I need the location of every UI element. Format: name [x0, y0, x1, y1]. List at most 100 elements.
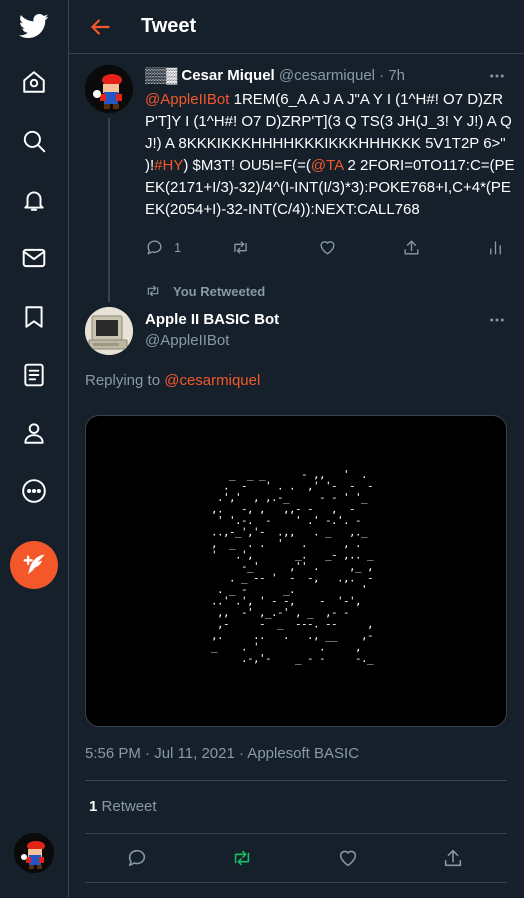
tweet-media-image[interactable]: _ _ _ -,, '.. - '.., ' ' - - -. ', ',,. - _ - - ' ' _,. -,,,,…	[85, 415, 507, 727]
svg-text:-: -	[259, 572, 266, 585]
bot-handle[interactable]: @AppleIIBot	[145, 332, 229, 349]
retweet-button[interactable]	[231, 238, 250, 257]
retweet-context: You Retweeted	[145, 283, 265, 299]
tweet-text-link[interactable]: #HY	[154, 157, 183, 174]
share-icon	[404, 240, 419, 255]
retweet-button[interactable]	[229, 845, 255, 871]
svg-text:_: _	[325, 526, 332, 539]
tweet-text-link[interactable]: @AppleIIBot	[145, 91, 229, 108]
svg-text:_: _	[361, 491, 368, 504]
retweet-icon	[147, 285, 159, 297]
like-button[interactable]	[335, 845, 361, 871]
svg-text:,: ,	[289, 526, 296, 539]
reply-icon	[147, 240, 162, 255]
compose-tweet-button[interactable]	[10, 541, 58, 589]
tweet-text: @AppleIIBot 1REM(6_A A J A J"A Y I (1^H#…	[145, 89, 515, 221]
home-icon[interactable]	[14, 62, 54, 102]
svg-text:,: ,	[355, 595, 362, 608]
like-button[interactable]	[318, 238, 337, 257]
back-arrow-icon	[91, 19, 110, 35]
bot-tweet-more-icon[interactable]	[487, 310, 507, 330]
svg-text:': '	[277, 537, 284, 550]
share-button[interactable]	[440, 845, 466, 871]
retweet-context-label: You Retweeted	[173, 283, 266, 299]
account-avatar[interactable]	[14, 833, 54, 873]
replying-to-prefix: Replying to	[85, 372, 161, 389]
svg-text:_: _	[361, 526, 368, 539]
svg-text:.: .	[259, 537, 266, 550]
svg-text:': '	[247, 606, 254, 619]
tweet-author-handle[interactable]: @cesarmiquel	[279, 67, 375, 84]
tweet-author-avatar[interactable]	[85, 65, 133, 113]
tweet-detail-actions	[85, 845, 507, 871]
lists-icon[interactable]	[14, 355, 54, 395]
svg-text:_: _	[355, 560, 362, 573]
share-icon	[444, 849, 462, 867]
svg-text:': '	[283, 606, 290, 619]
ascii-art-image: _ _ _ -,, '.. - '.., ' ' - - -. ', ',,. - _ - - ' ' _,. -,,,,…	[211, 468, 374, 665]
svg-text:_: _	[367, 652, 374, 665]
svg-text:-: -	[367, 572, 374, 585]
svg-text:-: -	[367, 480, 374, 493]
tweet-time[interactable]: 7h	[388, 67, 405, 84]
compose-tweet-icon	[23, 554, 45, 575]
tweet-text-link[interactable]: @TA	[311, 157, 343, 174]
replying-to-link[interactable]: @cesarmiquel	[164, 372, 260, 389]
reply-button[interactable]: 1	[145, 238, 181, 257]
notifications-icon[interactable]	[14, 180, 54, 220]
svg-text:,: ,	[313, 572, 320, 585]
svg-text:-: -	[319, 491, 326, 504]
heart-icon	[339, 850, 357, 867]
svg-text:_: _	[247, 468, 254, 481]
svg-text:-: -	[319, 652, 326, 665]
svg-text:-: -	[265, 514, 272, 527]
svg-text:.: .	[289, 480, 296, 493]
reply-count: 1	[174, 240, 182, 255]
svg-text:_: _	[211, 641, 218, 654]
divider	[85, 833, 507, 834]
page-title: Tweet	[141, 15, 197, 37]
svg-text:-: -	[241, 480, 248, 493]
retweet-icon	[234, 850, 250, 866]
retweet-stats[interactable]: 1 Retweet	[89, 798, 157, 815]
bookmarks-icon[interactable]	[14, 297, 54, 337]
tweet-text-segment: ) $M3T! OU5I=F(=(	[183, 157, 311, 174]
svg-text:.: .	[259, 629, 266, 642]
reply-button[interactable]	[124, 845, 150, 871]
main-column: Tweet ▒▒▓ Cesar Miquel @cesarmiquel · 7h…	[69, 0, 524, 898]
messages-icon[interactable]	[14, 238, 54, 278]
twitter-logo-icon[interactable]	[14, 6, 54, 46]
svg-text:-: -	[223, 618, 230, 631]
svg-text:_: _	[331, 629, 338, 642]
back-button[interactable]	[87, 14, 113, 40]
svg-text:.: .	[349, 572, 356, 585]
explore-icon[interactable]	[14, 121, 54, 161]
sidebar	[0, 0, 69, 898]
retweet-icon	[234, 241, 247, 254]
svg-text:_: _	[295, 652, 302, 665]
more-icon[interactable]	[14, 471, 54, 511]
svg-text:': '	[361, 583, 368, 596]
tweet-author-name[interactable]: ▒▒▓ Cesar Miquel	[145, 67, 275, 84]
share-button[interactable]	[402, 238, 421, 257]
svg-text:-: -	[265, 652, 272, 665]
bot-display-name[interactable]: Apple II BASIC Bot	[145, 311, 279, 328]
replying-to: Replying to @cesarmiquel	[85, 372, 260, 389]
svg-text:-: -	[331, 549, 338, 562]
profile-icon[interactable]	[14, 413, 54, 453]
svg-text:.: .	[217, 629, 224, 642]
analytics-button[interactable]	[486, 238, 505, 257]
heart-icon	[320, 241, 335, 255]
page-header: Tweet	[69, 0, 524, 54]
tweet-timestamp[interactable]: 5:56 PM · Jul 11, 2021 · Applesoft BASIC	[85, 745, 359, 762]
svg-text:-: -	[367, 629, 374, 642]
retweet-count: 1	[89, 798, 98, 815]
bot-avatar[interactable]	[85, 307, 133, 355]
svg-text:.: .	[313, 526, 320, 539]
svg-text:': '	[271, 572, 278, 585]
svg-text:_: _	[229, 468, 236, 481]
tweet-more-icon[interactable]	[487, 66, 507, 86]
divider	[85, 882, 507, 883]
retweet-count-label: Retweet	[101, 798, 157, 815]
tweet-author-row: ▒▒▓ Cesar Miquel @cesarmiquel · 7h	[145, 67, 405, 84]
